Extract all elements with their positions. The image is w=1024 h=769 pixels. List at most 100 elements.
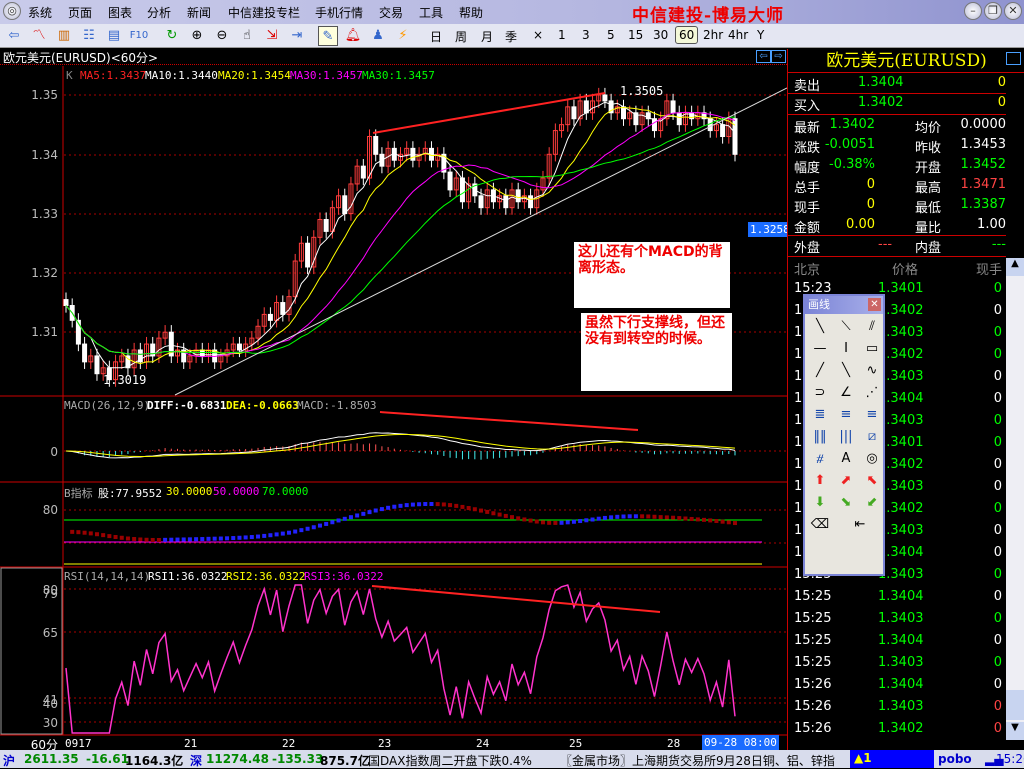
vline-tool-icon[interactable]: I bbox=[834, 338, 858, 359]
parallel-tool-icon[interactable]: ⫽ bbox=[860, 316, 884, 337]
b-point bbox=[547, 520, 552, 525]
candle bbox=[193, 342, 199, 364]
k-legend: K bbox=[66, 69, 73, 82]
tick-row: 15:25 1.3403 0 bbox=[788, 610, 1006, 630]
ray-down-tool-icon[interactable]: ╲ bbox=[834, 360, 858, 381]
circle-tool-icon[interactable]: ◎ bbox=[860, 448, 884, 469]
segment-tool-icon[interactable]: ⟍ bbox=[834, 316, 858, 337]
macd-legend-name: MACD(26,12,9) bbox=[64, 399, 151, 412]
b-point bbox=[88, 531, 93, 536]
buy-volume: 0 bbox=[997, 95, 1006, 110]
candle-body bbox=[602, 94, 608, 102]
b-point bbox=[658, 515, 663, 520]
fib-tool-icon[interactable]: ≡ bbox=[834, 404, 858, 425]
candle bbox=[243, 336, 249, 358]
tick-row: 15:25 1.3404 0 bbox=[788, 588, 1006, 608]
stat-row: 最新 1.3402 均价 0.0000 bbox=[788, 116, 1006, 136]
arrow-upleft-icon[interactable]: ⬉ bbox=[860, 470, 884, 491]
b-point bbox=[262, 533, 267, 538]
tick-row: 15:26 1.3404 0 bbox=[788, 676, 1006, 696]
sell-volume: 0 bbox=[997, 75, 1006, 90]
percent-tool-icon[interactable]: ≡ bbox=[860, 404, 884, 425]
arrow-down-icon[interactable]: ⬇ bbox=[808, 492, 832, 513]
candle-body bbox=[63, 299, 69, 307]
candle bbox=[280, 295, 286, 322]
stat-label: 最新 bbox=[794, 121, 821, 136]
maximize-panel-button[interactable] bbox=[1006, 52, 1021, 65]
arrow-downright-icon[interactable]: ⬊ bbox=[834, 492, 858, 513]
delete-all-icon[interactable]: ⇤ bbox=[848, 514, 872, 535]
candle bbox=[515, 182, 521, 209]
b-point bbox=[70, 529, 75, 534]
tick-scrollbar[interactable]: ▲ ▼ bbox=[1006, 258, 1024, 740]
b-point bbox=[559, 520, 564, 525]
rsi-axis-label: 40 bbox=[42, 697, 58, 711]
gann-tool-icon[interactable]: ≣ bbox=[808, 404, 832, 425]
toolbox-close-icon[interactable]: ✕ bbox=[868, 298, 881, 311]
tick-price: 1.3403 bbox=[878, 699, 924, 714]
arc-tool-icon[interactable]: ⊃ bbox=[808, 382, 832, 403]
fib-time-tool-icon[interactable]: ||| bbox=[834, 426, 858, 447]
sell-label: 卖出 bbox=[794, 79, 821, 94]
rsi1-legend: RSI1:36.0322 bbox=[148, 570, 228, 583]
rsi-plot bbox=[65, 584, 736, 734]
candle bbox=[137, 342, 143, 369]
arrow-downleft-icon[interactable]: ⬋ bbox=[860, 492, 884, 513]
angle-tool-icon[interactable]: ∠ bbox=[834, 382, 858, 403]
candle-body bbox=[267, 313, 273, 321]
candle bbox=[342, 188, 348, 221]
eraser-icon[interactable]: ⌫ bbox=[808, 514, 832, 535]
arrow-up-icon[interactable]: ⬆ bbox=[808, 470, 832, 491]
scroll-down-icon[interactable]: ▼ bbox=[1006, 722, 1024, 740]
news-ticker-1[interactable]: 国DAX指数周二开盘下跌0.4% bbox=[368, 752, 532, 769]
x-axis-label: 28 bbox=[667, 737, 681, 750]
rect-tool-icon[interactable]: ▭ bbox=[860, 338, 884, 359]
text-tool-icon[interactable]: A bbox=[834, 448, 858, 469]
wave-tool-icon[interactable]: ∿ bbox=[860, 360, 884, 381]
alert-indicator[interactable]: ▲1 bbox=[850, 750, 934, 768]
candle bbox=[528, 188, 534, 215]
annotation-macd-divergence[interactable]: 这儿还有个MACD的背离形态。 bbox=[574, 242, 730, 308]
channel-tool-icon[interactable]: ⧄ bbox=[860, 426, 884, 447]
sz-change: -135.33 bbox=[272, 752, 324, 766]
ma20-legend: MA20:1.3454 bbox=[218, 69, 291, 82]
b-legend-v3: 50.0000 bbox=[213, 485, 260, 498]
b-point bbox=[683, 516, 688, 521]
candle-body bbox=[621, 106, 626, 120]
b-point bbox=[454, 503, 459, 508]
candle bbox=[181, 342, 187, 369]
minimize-button[interactable]: – bbox=[964, 2, 982, 20]
restore-button[interactable]: ❐ bbox=[984, 2, 1002, 20]
line-tool-icon[interactable]: ╲ bbox=[808, 316, 832, 337]
b-point bbox=[479, 508, 484, 513]
speed-tool-icon[interactable]: ⧣ bbox=[808, 448, 832, 469]
news-ticker-2[interactable]: 〖金属市场〗上海期货交易所9月28日铜、铝、锌指 bbox=[560, 752, 835, 769]
arrow-upright-icon[interactable]: ⬈ bbox=[834, 470, 858, 491]
status-bar: 沪 2611.35 -16.61 1164.3亿 深 11274.48 -135… bbox=[0, 750, 1024, 768]
x-axis-label: 25 bbox=[569, 737, 583, 750]
close-button[interactable]: ✕ bbox=[1004, 2, 1022, 20]
fan-tool-icon[interactable]: ⋰ bbox=[860, 382, 884, 403]
tick-volume: 0 bbox=[993, 611, 1002, 626]
b-point bbox=[175, 537, 180, 542]
b-point bbox=[280, 531, 285, 536]
scroll-up-icon[interactable]: ▲ bbox=[1006, 258, 1024, 276]
candle-body bbox=[720, 124, 726, 138]
b-point bbox=[311, 525, 316, 530]
price-axis-label: 1.34 bbox=[31, 148, 58, 162]
b-point bbox=[336, 518, 341, 523]
cycle-tool-icon[interactable]: ‖‖ bbox=[808, 426, 832, 447]
annotation-support-line[interactable]: 虽然下行支撑线，但还没有到转空的时候。 bbox=[581, 313, 732, 391]
scroll-thumb[interactable] bbox=[1006, 690, 1024, 720]
price-axis-label: 1.32 bbox=[31, 266, 58, 280]
candle-body bbox=[305, 242, 311, 268]
candle bbox=[608, 93, 614, 120]
tick-row: 15:25 1.3404 0 bbox=[788, 632, 1006, 652]
b-point bbox=[596, 516, 601, 521]
outer-value: --- bbox=[878, 237, 893, 252]
ray-up-tool-icon[interactable]: ╱ bbox=[808, 360, 832, 381]
hline-tool-icon[interactable]: — bbox=[808, 338, 832, 359]
b-point bbox=[132, 537, 137, 542]
b-point bbox=[726, 520, 731, 525]
candle-body bbox=[323, 219, 329, 232]
